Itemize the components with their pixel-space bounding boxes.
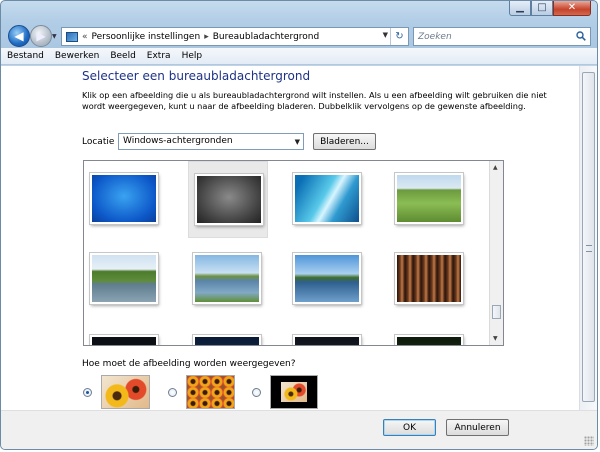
search-placeholder: Zoeken	[418, 31, 452, 42]
position-question: Hoe moet de afbeelding worden weergegeve…	[82, 359, 296, 369]
wallpaper-tile-11[interactable]	[287, 323, 367, 345]
position-fill-preview[interactable]	[102, 376, 149, 408]
browse-button[interactable]: Bladeren...	[313, 133, 376, 150]
search-icon[interactable]	[576, 31, 586, 41]
menu-beeld[interactable]: Beeld	[110, 51, 135, 61]
wallpaper-thumbnail	[193, 335, 261, 345]
centered-image	[281, 382, 307, 402]
page-title: Selecteer een bureaubladachtergrond	[82, 69, 311, 83]
close-button[interactable]: ✕	[553, 1, 591, 16]
scrollbar-grip-icon	[586, 245, 592, 252]
maximize-button[interactable]: □	[531, 1, 553, 16]
radio-position-center[interactable]	[252, 388, 261, 397]
address-chevrons[interactable]: «	[82, 32, 88, 42]
wallpaper-tile-5[interactable]	[84, 241, 164, 318]
control-panel-icon	[66, 31, 78, 42]
resize-grip-icon[interactable]	[584, 436, 594, 446]
chevron-down-icon: ▼	[294, 138, 300, 146]
wallpaper-thumbnail	[395, 253, 463, 304]
wallpaper-tile-6[interactable]	[187, 241, 267, 318]
location-label: Locatie	[82, 137, 115, 147]
page-scrollbar-thumb[interactable]	[582, 72, 595, 402]
menu-bewerken[interactable]: Bewerken	[55, 51, 99, 61]
wallpaper-thumbnail	[90, 253, 158, 304]
menu-help[interactable]: Help	[182, 51, 203, 61]
wallpaper-tile-1[interactable]	[84, 161, 164, 238]
wallpaper-thumbnail	[90, 173, 158, 224]
gallery-scrollbar-thumb[interactable]	[492, 305, 501, 319]
wallpaper-tile-9[interactable]	[84, 323, 164, 345]
page-description: Klik op een afbeelding die u als bureaub…	[82, 90, 547, 111]
address-dropdown-icon[interactable]: ▼	[383, 31, 388, 39]
window: ▁ □ ✕ ◀ ▶ ▼ « Persoonlijke instellingen …	[0, 0, 598, 450]
location-value: Windows-achtergronden	[123, 136, 233, 146]
wallpaper-tile-3[interactable]	[287, 161, 367, 238]
wallpaper-thumbnail	[293, 253, 361, 304]
ok-button[interactable]: OK	[383, 419, 436, 436]
wallpaper-tile-10[interactable]	[187, 323, 267, 345]
wallpaper-tile-2[interactable]	[188, 161, 268, 238]
menu-bestand[interactable]: Bestand	[7, 51, 44, 61]
radio-position-fill[interactable]	[83, 388, 92, 397]
address-bar[interactable]: « Persoonlijke instellingen ▸ Bureaublad…	[61, 27, 409, 46]
wallpaper-thumbnail	[395, 335, 463, 345]
minimize-button[interactable]: ▁	[509, 1, 531, 16]
back-arrow-icon: ◀	[14, 29, 24, 43]
refresh-icon: ↻	[395, 31, 404, 42]
wallpaper-tile-12[interactable]	[389, 323, 469, 345]
wallpaper-thumbnail	[193, 253, 261, 304]
gallery-scrollbar[interactable]: ▲ ▼	[489, 161, 503, 345]
breadcrumb-separator-icon[interactable]: ▸	[204, 32, 209, 42]
wallpaper-thumbnail	[195, 174, 263, 225]
wallpaper-thumbnail	[293, 335, 361, 345]
scroll-up-icon[interactable]: ▲	[493, 164, 498, 171]
scroll-down-icon[interactable]: ▼	[493, 335, 498, 342]
forward-arrow-icon: ▶	[36, 29, 46, 43]
wallpaper-thumbnail	[293, 173, 361, 224]
radio-position-tile[interactable]	[168, 388, 177, 397]
caption-buttons: ▁ □ ✕	[509, 1, 591, 17]
wallpaper-gallery: ▲ ▼	[83, 160, 504, 346]
menu-extra[interactable]: Extra	[147, 51, 171, 61]
breadcrumb-personalization[interactable]: Persoonlijke instellingen	[92, 32, 201, 42]
search-input[interactable]: Zoeken	[413, 27, 591, 46]
recent-pages-dropdown-icon[interactable]: ▼	[52, 33, 57, 40]
menu-bar: Bestand Bewerken Beeld Extra Help	[1, 48, 597, 65]
wallpaper-thumbnail	[395, 173, 463, 224]
forward-button[interactable]: ▶	[30, 25, 52, 47]
position-center-preview[interactable]	[271, 376, 317, 408]
wallpaper-thumbnail	[90, 335, 158, 345]
wallpaper-tile-7[interactable]	[287, 241, 367, 318]
position-tile-preview[interactable]	[187, 376, 234, 408]
wallpaper-tile-8[interactable]	[389, 241, 469, 318]
back-button[interactable]: ◀	[8, 25, 30, 47]
page-scrollbar[interactable]	[579, 66, 597, 410]
wallpaper-tile-4[interactable]	[389, 161, 469, 238]
breadcrumb-desktop-background[interactable]: Bureaubladachtergrond	[213, 32, 320, 42]
location-select[interactable]: Windows-achtergronden ▼	[118, 133, 304, 150]
cancel-button[interactable]: Annuleren	[446, 419, 509, 436]
refresh-button[interactable]: ↻	[390, 28, 408, 45]
